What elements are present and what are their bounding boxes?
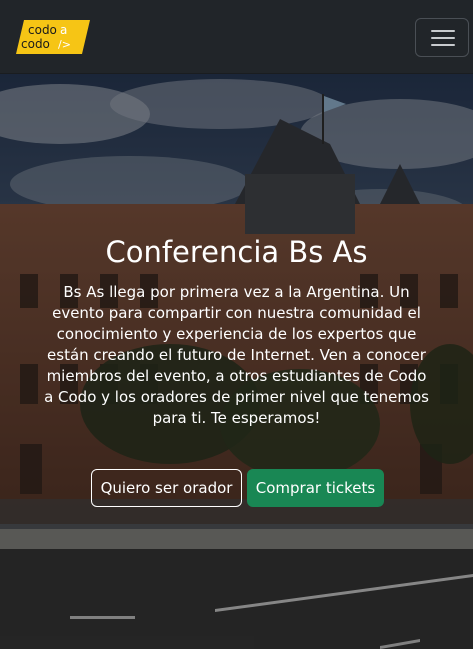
hero-buttons: Quiero ser orador Comprar tickets	[0, 469, 473, 509]
quiero-ser-orador-button[interactable]: Quiero ser orador	[91, 469, 242, 507]
hero-title: Conferencia Bs As	[105, 235, 368, 269]
comprar-tickets-button[interactable]: Comprar tickets	[247, 469, 384, 507]
svg-text:codo: codo	[21, 37, 50, 51]
navbar: codo a codo />	[0, 0, 473, 74]
hamburger-menu-icon	[431, 44, 455, 46]
navbar-toggler-button[interactable]	[415, 18, 469, 57]
codo-a-codo-logo[interactable]: codo a codo />	[16, 20, 90, 54]
hero-section: Conferencia Bs As Bs As llega por primer…	[0, 74, 473, 649]
hamburger-menu-icon	[431, 37, 455, 39]
hero-content: Conferencia Bs As Bs As llega por primer…	[40, 234, 433, 429]
hamburger-menu-icon	[431, 30, 455, 32]
hero-description: Bs As llega por primera vez a la Argenti…	[44, 283, 429, 427]
svg-text:codo: codo	[28, 23, 57, 37]
svg-text:a: a	[60, 23, 67, 37]
svg-text:/>: />	[58, 38, 71, 51]
